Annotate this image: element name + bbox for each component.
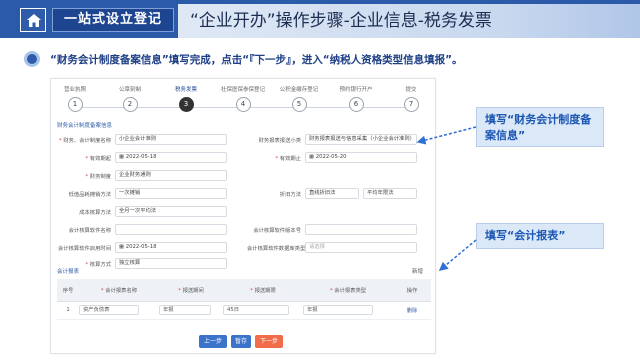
step-label: 税务发票 xyxy=(174,87,197,93)
delete-link[interactable]: 删除 xyxy=(407,308,418,314)
amortization-method-select[interactable]: 一次摊销 xyxy=(115,188,227,199)
name-cell: 资产负债表 xyxy=(79,301,159,320)
valid-to-date[interactable]: ▦ 2022-05-20 xyxy=(305,152,417,163)
report-table: 序号 * 会计报表名称 * 报送期间 * 报送期限 * 会计报表类型 操作 1 … xyxy=(57,279,431,320)
instruction-line: “财务会计制度备案信息”填写完成，点击“『下一步』，进入“纳税人资格类型信息填报… xyxy=(28,52,628,68)
valid-from-date[interactable]: ▦ 2022-05-18 xyxy=(115,152,227,163)
callout-accounting-report: 填写“会计报表” xyxy=(476,223,604,249)
seq-cell: 1 xyxy=(57,301,79,320)
depreciation-method-select-b[interactable]: 平均年限法 xyxy=(363,188,417,199)
step-2[interactable]: 公章刻制 2 xyxy=(100,85,160,112)
depreciation-method-select-a[interactable]: 直线折旧法 xyxy=(305,188,359,199)
step-3[interactable]: 税务发票 3 xyxy=(156,85,216,112)
col-header: 序号 xyxy=(57,279,79,302)
step-7[interactable]: 提交 7 xyxy=(381,85,441,112)
step-label: 公章刻制 xyxy=(118,87,141,93)
col-header: * 会计报表类型 xyxy=(303,279,393,302)
banner-right-title: “企业开办”操作步骤-企业信息-税务发票 xyxy=(178,4,640,38)
instruction-text: “财务会计制度备案信息”填写完成，点击“『下一步』，进入“纳税人资格类型信息填报… xyxy=(50,54,463,66)
callout-financial-info: 填写“财务会计制度备案信息” xyxy=(476,107,604,147)
step-label: 预约银行开户 xyxy=(339,87,373,93)
home-button[interactable] xyxy=(20,8,46,32)
prev-step-button[interactable]: 上一步 xyxy=(199,335,227,348)
col-header: * 会计报表名称 xyxy=(79,279,159,302)
step-number: 4 xyxy=(235,97,251,112)
database-type-select[interactable]: 请选择 xyxy=(305,242,417,253)
op-cell: 删除 xyxy=(393,301,431,320)
field-label: 会计核算软件版本号 xyxy=(253,228,301,234)
banner-left-title: 一站式设立登记 xyxy=(52,8,174,32)
field-label: * 财务制度 xyxy=(85,174,111,180)
period-cell: 年报 xyxy=(159,301,223,320)
step-4[interactable]: 社保医保参保登记 4 xyxy=(213,85,273,112)
report-period-select[interactable]: 年报 xyxy=(159,305,211,315)
field-label: 折旧方法 xyxy=(279,192,301,198)
report-name-select[interactable]: 资产负债表 xyxy=(79,305,139,315)
financial-system-select[interactable]: 企业财务通则 xyxy=(115,170,227,181)
step-number: 2 xyxy=(122,97,138,112)
home-icon xyxy=(27,14,41,27)
progress-stepper: 营业执照 1 公章刻制 2 税务发票 3 社保医保参保登记 4 公积金缴存登记 5 预约银… xyxy=(51,85,437,117)
col-header: * 报送期间 xyxy=(159,279,223,302)
field-label: 成本核算方法 xyxy=(79,210,111,216)
table-title: 会计报表 xyxy=(57,269,80,275)
add-row-button[interactable]: 新增 xyxy=(412,267,423,275)
field-label: 会计核算软件数据库类型 xyxy=(247,246,306,252)
step-number: 5 xyxy=(291,97,307,112)
step-label: 公积金缴存登记 xyxy=(279,87,319,93)
field-label: 会计核算软件名称 xyxy=(68,228,111,234)
report-deadline-select[interactable]: 45日 xyxy=(223,305,289,315)
software-version-input[interactable] xyxy=(305,224,417,235)
report-subcategory-select[interactable]: 财务报表报送与信息采集（小企业会计准则） xyxy=(305,134,417,145)
save-draft-button[interactable]: 暂存 xyxy=(231,335,251,348)
step-label: 提交 xyxy=(405,87,417,93)
step-number: 3 xyxy=(178,97,194,112)
field-label: 财务报表报送小类 xyxy=(258,138,301,144)
accounting-type-select[interactable]: 独立核算 xyxy=(115,258,227,269)
field-label: * 有效期止 xyxy=(275,156,301,162)
table-header-row: 序号 * 会计报表名称 * 报送期间 * 报送期限 * 会计报表类型 操作 xyxy=(57,279,431,302)
accounting-system-select[interactable]: 小企业会计准则 xyxy=(115,134,227,145)
col-header: 操作 xyxy=(393,279,431,302)
step-number: 6 xyxy=(348,97,364,112)
software-name-input[interactable] xyxy=(115,224,227,235)
form-panel: 营业执照 1 公章刻制 2 税务发票 3 社保医保参保登记 4 公积金缴存登记 5 预约银… xyxy=(50,78,436,354)
table-row: 1 资产负债表 年报 45日 年报 删除 xyxy=(57,301,431,320)
step-1[interactable]: 营业执照 1 xyxy=(45,85,105,112)
field-label: * 财务、会计制度名称 xyxy=(58,138,111,144)
step-number: 1 xyxy=(67,97,83,112)
type-cell: 年报 xyxy=(303,301,393,320)
step-6[interactable]: 预约银行开户 6 xyxy=(326,85,386,112)
deadline-cell: 45日 xyxy=(223,301,303,320)
field-label: 会计核算软件启用时间 xyxy=(58,246,111,252)
section-title: 财务会计制度备案信息 xyxy=(57,123,113,129)
arrow-2 xyxy=(438,239,477,271)
field-label: * 有效期起 xyxy=(85,156,111,162)
cost-method-select[interactable]: 全月一次平均法 xyxy=(115,206,227,217)
step-number: 7 xyxy=(403,97,419,112)
step-5[interactable]: 公积金缴存登记 5 xyxy=(269,85,329,112)
report-type-select[interactable]: 年报 xyxy=(303,305,373,315)
next-step-button[interactable]: 下一步 xyxy=(255,335,283,348)
step-label: 营业执照 xyxy=(63,87,86,93)
step-label: 社保医保参保登记 xyxy=(220,87,265,93)
software-start-date[interactable]: ▦ 2022-05-18 xyxy=(115,242,227,253)
field-label: 低值品耗摊销方法 xyxy=(68,192,111,198)
col-header: * 报送期限 xyxy=(223,279,303,302)
